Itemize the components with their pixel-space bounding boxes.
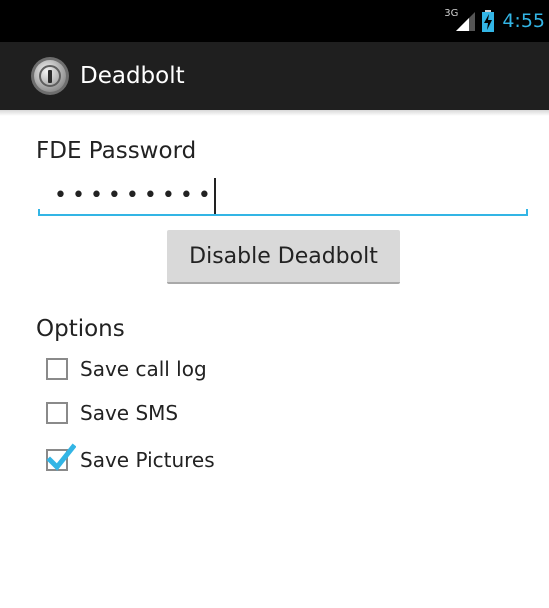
option-label: Save SMS [80,401,179,425]
password-label: FDE Password [36,138,197,164]
action-bar-shadow [0,110,549,116]
battery-charging-icon [482,10,495,32]
action-bar: Deadbolt [0,42,549,110]
input-underline [38,214,528,216]
password-field[interactable]: ••••••••• [38,174,528,220]
text-caret [213,178,216,214]
deadbolt-lock-icon[interactable] [30,56,70,96]
network-type: 3G [444,7,459,19]
app-title: Deadbolt [80,63,185,89]
option-save-call-log[interactable]: Save call log [46,349,207,389]
status-bar: 3G 4:55 [0,0,549,42]
input-underline-tick-left [38,209,40,216]
clock: 4:55 [502,10,545,32]
checkbox-save-call-log[interactable] [46,358,68,380]
password-input-value[interactable]: ••••••••• [54,176,216,216]
disable-deadbolt-button[interactable]: Disable Deadbolt [167,230,400,284]
option-save-sms[interactable]: Save SMS [46,393,178,433]
option-save-pictures[interactable]: Save Pictures [46,440,215,480]
option-label: Save Pictures [80,448,215,472]
checkbox-save-sms[interactable] [46,402,68,424]
input-underline-tick-right [526,209,528,216]
checkmark-icon [46,443,76,471]
status-icons: 3G 4:55 [434,7,545,32]
option-label: Save call log [80,357,207,381]
options-heading: Options [36,316,125,342]
checkbox-save-pictures[interactable] [46,443,76,471]
